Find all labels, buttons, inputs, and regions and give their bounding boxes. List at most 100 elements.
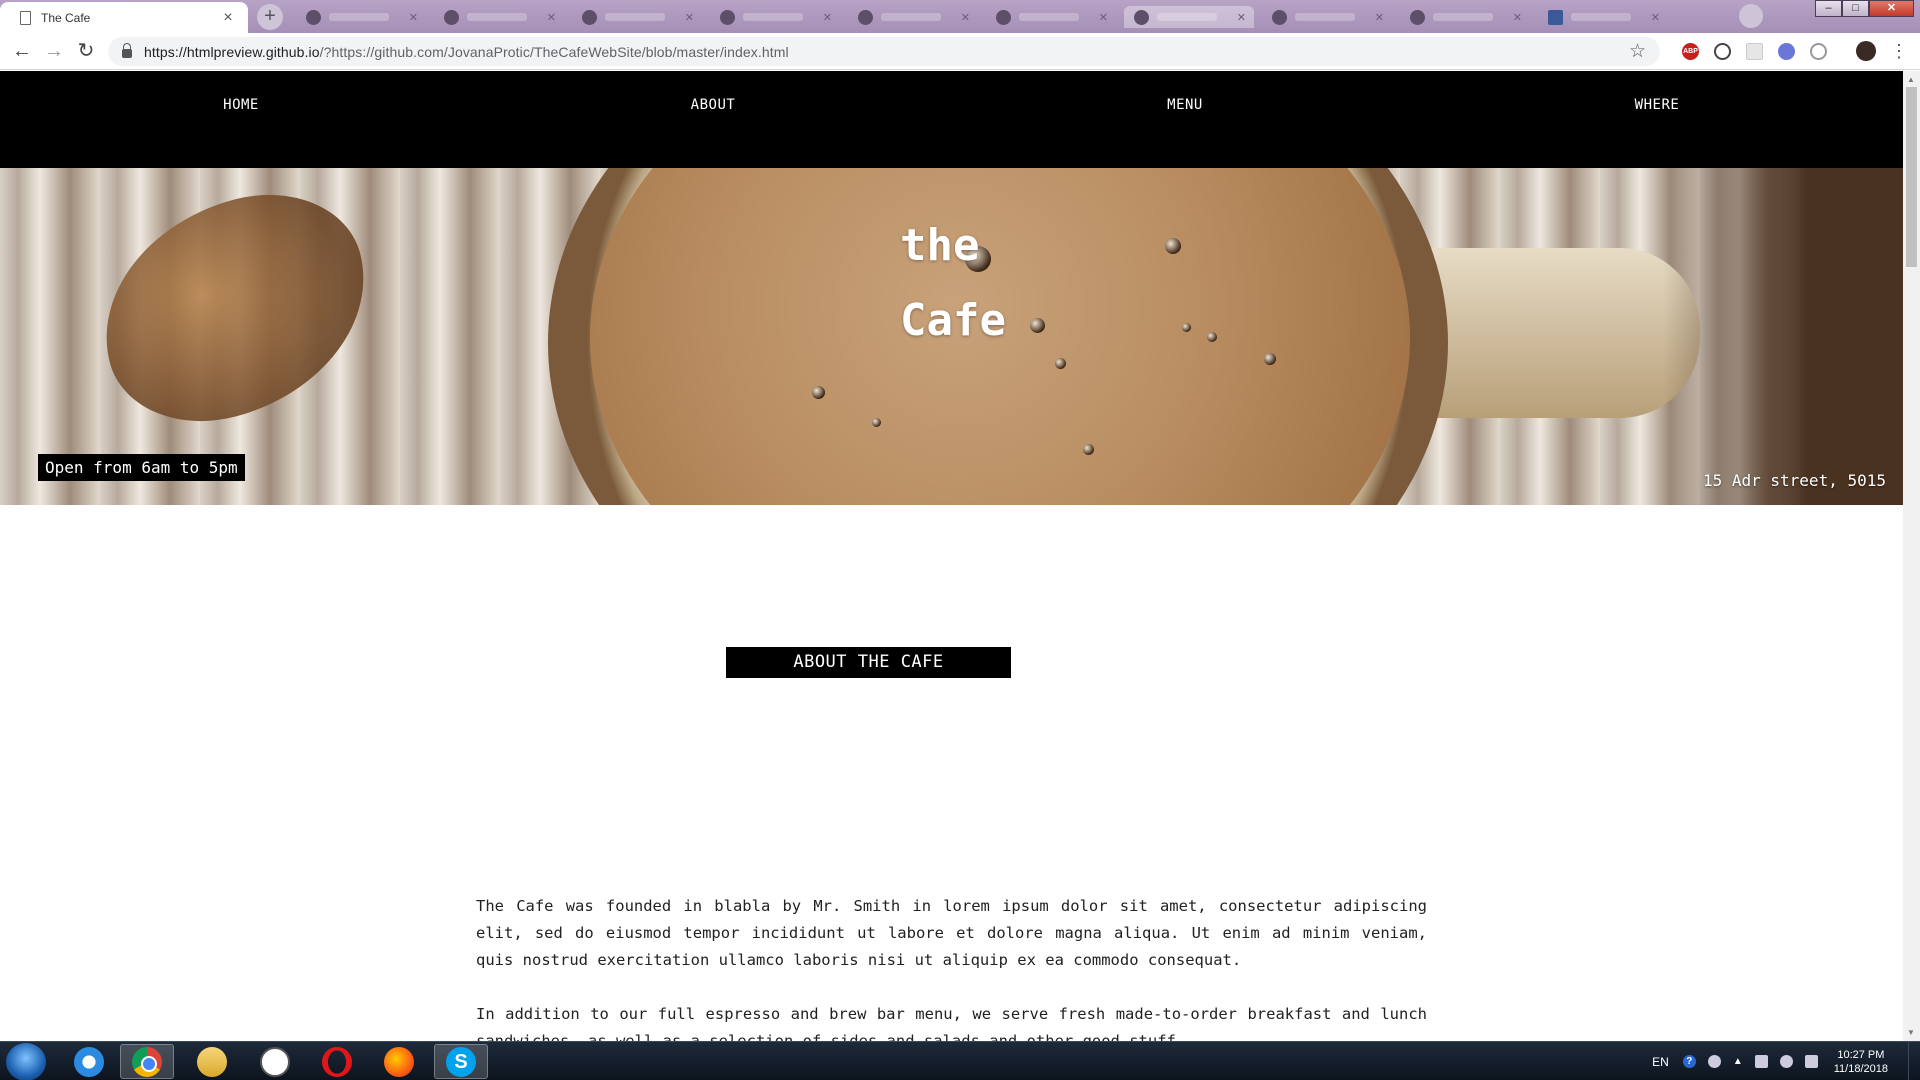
github-icon: [444, 9, 459, 25]
browser-tab[interactable]: ✕: [296, 6, 426, 28]
windows-start-icon[interactable]: [6, 1043, 46, 1080]
taskbar-opera[interactable]: [310, 1044, 364, 1079]
window-controls: – □ ✕: [1815, 0, 1914, 17]
github-icon: [1134, 9, 1149, 25]
skype-extension-icon[interactable]: [1810, 43, 1827, 60]
network-icon[interactable]: [1804, 1055, 1818, 1068]
extension-icon[interactable]: [1714, 43, 1731, 60]
extension-icon[interactable]: [1778, 43, 1795, 60]
scroll-down-icon[interactable]: ▼: [1907, 1028, 1915, 1037]
browser-toolbar: ← → ↻ https://htmlpreview.github.io/?htt…: [0, 33, 1920, 70]
hero-bubble: [1207, 332, 1217, 342]
internet-explorer-icon: [74, 1046, 104, 1077]
taskbar-skype[interactable]: S: [434, 1044, 488, 1079]
minimize-button[interactable]: –: [1815, 0, 1842, 17]
hero-title: the Cafe: [900, 208, 1006, 358]
about-paragraph: The Cafe was founded in blabla by Mr. Sm…: [476, 897, 1427, 969]
about-section-heading: ABOUT THE CAFE: [726, 647, 1011, 678]
forward-button[interactable]: →: [42, 40, 66, 64]
page-viewport: HOME ABOUT MENU WHERE the Cafe Open from…: [0, 71, 1920, 1041]
opera-icon: [322, 1046, 352, 1077]
star-icon[interactable]: ☆: [1629, 40, 1646, 63]
hero-title-line1: the: [900, 220, 980, 271]
browser-tab-active[interactable]: The Cafe ×: [0, 2, 248, 33]
clock-date: 11/18/2018: [1833, 1062, 1888, 1075]
help-icon[interactable]: ?: [1682, 1055, 1696, 1068]
browser-tab[interactable]: ✕: [986, 6, 1116, 28]
hero-shadow: [1663, 168, 1903, 505]
about-paragraph: In addition to our full espresso and bre…: [476, 1005, 1427, 1041]
taskbar-ie[interactable]: [62, 1044, 116, 1079]
flag-icon[interactable]: [1754, 1055, 1768, 1068]
browser-tab[interactable]: ✕: [1400, 6, 1530, 28]
browser-tab[interactable]: ✕: [572, 6, 702, 28]
tab-close-icon[interactable]: ✕: [409, 11, 418, 24]
github-icon: [996, 9, 1011, 25]
hero-title-line2: Cafe: [900, 295, 1006, 346]
scroll-up-icon[interactable]: ▲: [1907, 75, 1915, 84]
tab-search-button[interactable]: [1739, 4, 1763, 28]
browser-tab[interactable]: ✕: [1262, 6, 1392, 28]
tab-close-icon[interactable]: ✕: [1651, 11, 1660, 24]
nav-menu[interactable]: MENU: [1167, 97, 1203, 113]
tab-close-icon[interactable]: ×: [220, 9, 236, 27]
browser-tab[interactable]: ✕: [710, 6, 840, 28]
folder-icon: [197, 1046, 227, 1077]
back-button[interactable]: ←: [10, 40, 34, 64]
facebook-icon: [1548, 9, 1563, 25]
volume-icon[interactable]: [1779, 1055, 1793, 1068]
nav-home[interactable]: HOME: [223, 97, 259, 113]
tray-app-icon[interactable]: [1707, 1055, 1721, 1068]
maximize-button[interactable]: □: [1842, 0, 1869, 17]
about-section-text: The Cafe was founded in blabla by Mr. Sm…: [476, 893, 1427, 1041]
hero-bubble: [812, 386, 825, 399]
system-clock[interactable]: 10:27 PM 11/18/2018: [1834, 1048, 1888, 1076]
taskbar-chrome[interactable]: [120, 1044, 174, 1079]
github-icon: [720, 9, 735, 25]
browser-menu-icon[interactable]: ⋮: [1890, 39, 1908, 63]
nav-about[interactable]: ABOUT: [691, 97, 736, 113]
browser-tab[interactable]: ✕: [1124, 6, 1254, 28]
show-hidden-icons[interactable]: ▲: [1733, 1056, 1743, 1067]
hero-bubble: [1182, 323, 1191, 332]
firefox-icon: [384, 1046, 414, 1077]
tab-close-icon[interactable]: ✕: [1513, 11, 1522, 24]
taskbar-explorer[interactable]: [185, 1044, 239, 1079]
reload-button[interactable]: ↻: [74, 40, 98, 64]
address-label: 15 Adr street, 5015: [1702, 471, 1886, 490]
hero-bubble: [1055, 358, 1066, 369]
new-tab-button[interactable]: +: [257, 4, 283, 30]
github-icon: [1272, 9, 1287, 25]
url-text: https://htmlpreview.github.io/?https://g…: [144, 44, 789, 60]
language-indicator[interactable]: EN: [1652, 1055, 1669, 1069]
adblock-icon[interactable]: ABP: [1682, 43, 1699, 60]
page-scrollbar[interactable]: ▲ ▼: [1903, 71, 1920, 1041]
hero-banner: the Cafe: [0, 168, 1903, 505]
address-bar[interactable]: https://htmlpreview.github.io/?https://g…: [108, 37, 1660, 66]
taskbar-firefox[interactable]: [372, 1044, 426, 1079]
show-desktop-button[interactable]: [1908, 1042, 1920, 1080]
hero-bubble: [1083, 444, 1094, 455]
tab-close-icon[interactable]: ✕: [1237, 11, 1246, 24]
github-icon: [858, 9, 873, 25]
browser-tab[interactable]: ✕: [848, 6, 978, 28]
extension-icon[interactable]: [1746, 43, 1763, 60]
tab-close-icon[interactable]: ✕: [823, 11, 832, 24]
browser-tab[interactable]: ✕: [1538, 6, 1668, 28]
browser-tabstrip: The Cafe × + ✕ ✕ ✕ ✕ ✕ ✕ ✕ ✕ ✕ ✕ – □ ✕: [0, 0, 1920, 33]
tab-close-icon[interactable]: ✕: [961, 11, 970, 24]
tab-close-icon[interactable]: ✕: [1099, 11, 1108, 24]
nav-where[interactable]: WHERE: [1635, 97, 1680, 113]
hero-bubble: [872, 418, 881, 427]
close-window-button[interactable]: ✕: [1869, 0, 1914, 17]
tab-close-icon[interactable]: ✕: [685, 11, 694, 24]
browser-tab[interactable]: ✕: [434, 6, 564, 28]
scrollbar-thumb[interactable]: [1906, 87, 1917, 267]
chrome-icon: [132, 1046, 162, 1077]
taskbar-notepad[interactable]: [248, 1044, 302, 1079]
profile-avatar[interactable]: [1856, 41, 1876, 61]
url-path: /?https://github.com/JovanaProtic/TheCaf…: [319, 43, 789, 60]
github-icon: [306, 9, 321, 25]
tab-close-icon[interactable]: ✕: [1375, 11, 1384, 24]
tab-close-icon[interactable]: ✕: [547, 11, 556, 24]
